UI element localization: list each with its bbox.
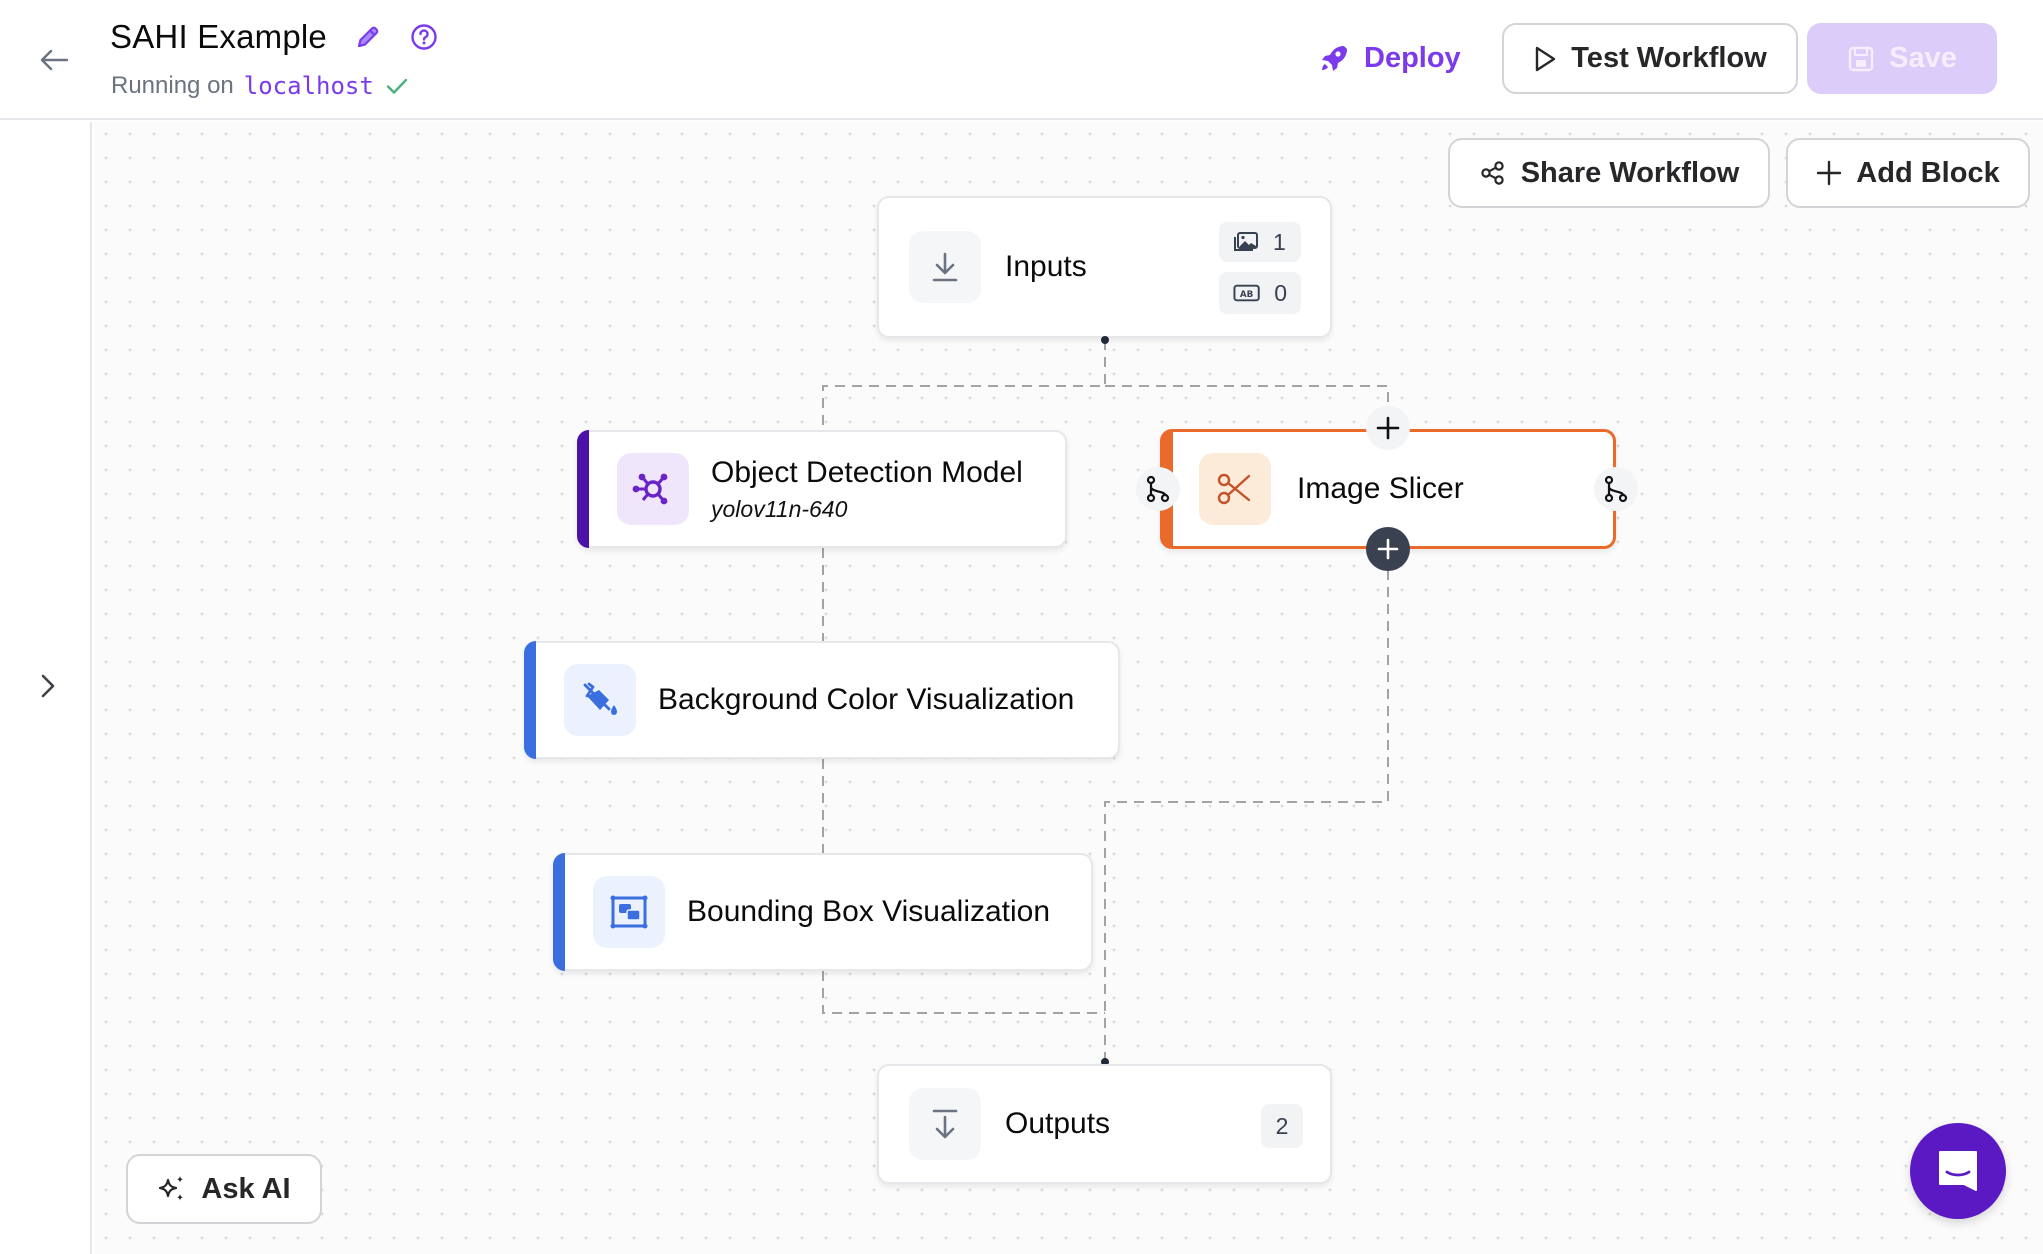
share-icon [1480,161,1504,185]
add-child-block-button[interactable] [1366,527,1410,571]
left-branch-handle[interactable] [1136,467,1180,511]
floppy-disk-icon [1848,46,1874,71]
right-branch-handle[interactable] [1594,467,1638,511]
outputs-node[interactable]: Outputs 2 [877,1064,1332,1184]
top-header: SAHI Example Running on localhost Deploy… [0,0,2043,120]
deploy-button[interactable]: Deploy [1318,36,1461,80]
inputs-label: Inputs [1005,250,1087,283]
outputs-count: 2 [1275,1112,1289,1139]
workflow-title: SAHI Example [110,18,327,55]
node-accent-bar [577,430,589,548]
image-slicer-label: Image Slicer [1297,472,1464,505]
arrow-down-to-line-icon [909,1088,981,1160]
inputs-output-port[interactable] [1101,336,1109,344]
expand-sidebar-button[interactable] [30,666,66,706]
save-button[interactable]: Save [1807,23,1997,94]
bounding-box-visualization-node[interactable]: Bounding Box Visualization [553,853,1093,971]
git-branch-icon [1604,475,1628,503]
edit-title-button[interactable] [353,22,383,52]
image-input-count: 1 [1273,228,1286,255]
image-inputs-badge: 1 [1219,222,1301,262]
object-detection-node[interactable]: Object Detection Model yolov11n-640 [577,430,1067,548]
question-circle-icon [411,24,437,50]
background-color-visualization-node[interactable]: Background Color Visualization [524,641,1120,759]
node-accent-bar [553,853,565,971]
plus-icon [1817,160,1842,186]
sparkles-icon [159,1176,184,1201]
test-workflow-label: Test Workflow [1571,42,1767,74]
collapsed-sidebar [0,122,92,1254]
download-icon [909,231,981,303]
background-color-visualization-label: Background Color Visualization [658,683,1075,716]
support-chat-button[interactable] [1910,1123,2006,1219]
check-icon [386,77,408,95]
status-host: localhost [243,72,374,100]
share-workflow-label: Share Workflow [1520,156,1740,189]
back-button[interactable] [36,42,72,78]
play-icon [1536,46,1556,71]
scissors-icon [1199,453,1271,525]
add-block-button[interactable]: Add Block [1786,138,2030,208]
outputs-label: Outputs [1005,1107,1111,1140]
arrow-left-icon [40,49,69,71]
add-block-label: Add Block [1856,156,2000,189]
ask-ai-button[interactable]: Ask AI [126,1154,322,1224]
model-id: yolov11n-640 [711,495,848,522]
parameter-inputs-badge: AB 0 [1219,272,1301,314]
test-workflow-button[interactable]: Test Workflow [1502,23,1798,94]
add-parent-block-button[interactable] [1366,406,1410,450]
model-graph-icon [617,453,689,525]
node-accent-bar [524,641,536,759]
object-detection-label: Object Detection Model [711,455,1023,489]
outputs-count-badge: 2 [1261,1104,1303,1148]
title-row: SAHI Example [110,18,439,56]
rocket-icon [1322,46,1347,71]
plus-icon [1377,538,1399,560]
status-prefix: Running on [111,72,234,99]
save-label: Save [1889,42,1957,74]
bounding-box-icon [593,876,665,948]
text-parameter-icon: AB [1233,284,1260,302]
pencil-icon [357,26,379,48]
svg-text:AB: AB [1240,290,1254,300]
inputs-node[interactable]: Inputs 1 AB 0 [877,196,1332,338]
share-workflow-button[interactable]: Share Workflow [1448,138,1770,208]
help-button[interactable] [409,22,439,52]
plus-icon [1376,416,1400,440]
git-branch-icon [1146,475,1170,503]
parameter-input-count: 0 [1274,279,1287,306]
chat-bubble-icon [1939,1151,1977,1191]
paint-bucket-icon [564,664,636,736]
bounding-box-visualization-label: Bounding Box Visualization [687,895,1051,928]
deploy-label: Deploy [1364,41,1461,74]
runtime-status: Running on localhost [111,72,408,100]
images-icon [1234,232,1258,251]
ask-ai-label: Ask AI [201,1172,291,1205]
chevron-right-icon [41,674,55,698]
